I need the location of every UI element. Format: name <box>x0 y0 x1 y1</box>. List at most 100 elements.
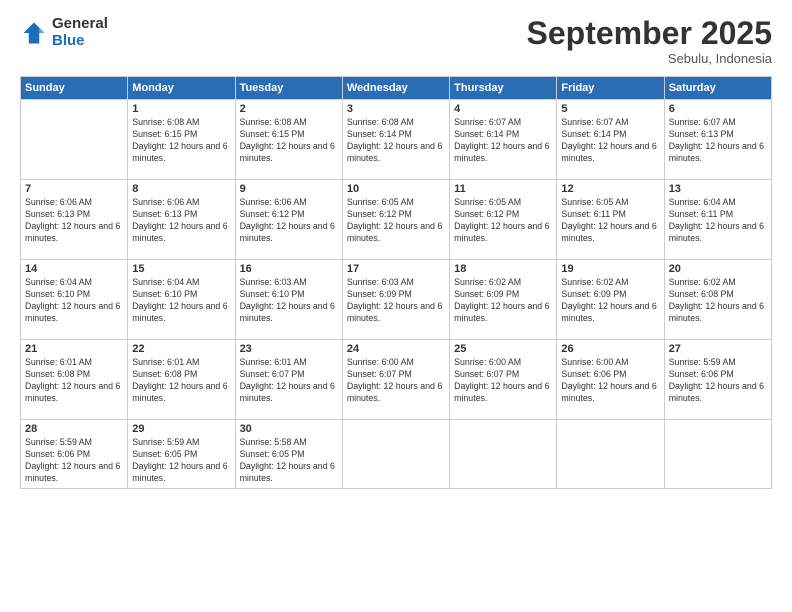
col-tuesday: Tuesday <box>235 77 342 100</box>
logo-blue-text: Blue <box>52 33 108 50</box>
calendar-week-row: 7 Sunrise: 6:06 AM Sunset: 6:13 PM Daylig… <box>21 180 772 260</box>
day-info: Sunrise: 6:02 AM Sunset: 6:09 PM Dayligh… <box>454 277 552 325</box>
day-number: 9 <box>240 183 338 195</box>
table-row <box>557 420 664 489</box>
day-number: 2 <box>240 103 338 115</box>
day-info: Sunrise: 5:59 AM Sunset: 6:06 PM Dayligh… <box>25 437 123 485</box>
title-block: September 2025 Sebulu, Indonesia <box>527 16 772 66</box>
table-row: 8 Sunrise: 6:06 AM Sunset: 6:13 PM Daylig… <box>128 180 235 260</box>
calendar-week-row: 28 Sunrise: 5:59 AM Sunset: 6:06 PM Dayli… <box>21 420 772 489</box>
calendar-week-row: 14 Sunrise: 6:04 AM Sunset: 6:10 PM Dayli… <box>21 260 772 340</box>
day-info: Sunrise: 6:02 AM Sunset: 6:09 PM Dayligh… <box>561 277 659 325</box>
day-number: 1 <box>132 103 230 115</box>
day-info: Sunrise: 6:07 AM Sunset: 6:14 PM Dayligh… <box>561 117 659 165</box>
month-title: September 2025 <box>527 16 772 51</box>
day-info: Sunrise: 6:05 AM Sunset: 6:11 PM Dayligh… <box>561 197 659 245</box>
day-info: Sunrise: 6:06 AM Sunset: 6:12 PM Dayligh… <box>240 197 338 245</box>
day-info: Sunrise: 6:01 AM Sunset: 6:08 PM Dayligh… <box>132 357 230 405</box>
logo: General Blue <box>20 16 108 49</box>
table-row: 27Sunrise: 5:59 AM Sunset: 6:06 PM Dayli… <box>664 340 771 420</box>
table-row: 23 Sunrise: 6:01 AM Sunset: 6:07 PM Dayli… <box>235 340 342 420</box>
day-number: 25 <box>454 343 552 355</box>
day-number: 24 <box>347 343 445 355</box>
day-info: Sunrise: 6:04 AM Sunset: 6:10 PM Dayligh… <box>132 277 230 325</box>
logo-icon <box>20 19 48 47</box>
day-info: Sunrise: 6:05 AM Sunset: 6:12 PM Dayligh… <box>454 197 552 245</box>
table-row: 19 Sunrise: 6:02 AM Sunset: 6:09 PM Dayli… <box>557 260 664 340</box>
day-number: 20 <box>669 263 767 275</box>
day-info: Sunrise: 6:03 AM Sunset: 6:10 PM Dayligh… <box>240 277 338 325</box>
table-row: 5 Sunrise: 6:07 AM Sunset: 6:14 PM Daylig… <box>557 100 664 180</box>
day-info: Sunrise: 6:00 AM Sunset: 6:06 PM Dayligh… <box>561 357 659 405</box>
table-row: 30 Sunrise: 5:58 AM Sunset: 6:05 PM Dayli… <box>235 420 342 489</box>
table-row: 26 Sunrise: 6:00 AM Sunset: 6:06 PM Dayli… <box>557 340 664 420</box>
table-row: 29 Sunrise: 5:59 AM Sunset: 6:05 PM Dayli… <box>128 420 235 489</box>
day-info: Sunrise: 6:07 AM Sunset: 6:13 PM Dayligh… <box>669 117 767 165</box>
day-info: Sunrise: 6:08 AM Sunset: 6:15 PM Dayligh… <box>240 117 338 165</box>
table-row: 13Sunrise: 6:04 AM Sunset: 6:11 PM Dayli… <box>664 180 771 260</box>
day-info: Sunrise: 5:59 AM Sunset: 6:06 PM Dayligh… <box>669 357 767 405</box>
table-row <box>342 420 449 489</box>
day-info: Sunrise: 6:04 AM Sunset: 6:10 PM Dayligh… <box>25 277 123 325</box>
col-wednesday: Wednesday <box>342 77 449 100</box>
col-monday: Monday <box>128 77 235 100</box>
day-info: Sunrise: 6:07 AM Sunset: 6:14 PM Dayligh… <box>454 117 552 165</box>
day-number: 8 <box>132 183 230 195</box>
day-number: 5 <box>561 103 659 115</box>
calendar-week-row: 21Sunrise: 6:01 AM Sunset: 6:08 PM Dayli… <box>21 340 772 420</box>
table-row: 14 Sunrise: 6:04 AM Sunset: 6:10 PM Dayli… <box>21 260 128 340</box>
day-number: 12 <box>561 183 659 195</box>
day-info: Sunrise: 6:05 AM Sunset: 6:12 PM Dayligh… <box>347 197 445 245</box>
day-info: Sunrise: 6:02 AM Sunset: 6:08 PM Dayligh… <box>669 277 767 325</box>
day-number: 11 <box>454 183 552 195</box>
calendar-week-row: 1 Sunrise: 6:08 AM Sunset: 6:15 PM Daylig… <box>21 100 772 180</box>
day-number: 17 <box>347 263 445 275</box>
calendar-table: Sunday Monday Tuesday Wednesday Thursday… <box>20 76 772 489</box>
day-number: 23 <box>240 343 338 355</box>
day-number: 30 <box>240 423 338 435</box>
table-row <box>664 420 771 489</box>
day-info: Sunrise: 6:06 AM Sunset: 6:13 PM Dayligh… <box>132 197 230 245</box>
day-number: 15 <box>132 263 230 275</box>
logo-general-text: General <box>52 16 108 33</box>
day-number: 29 <box>132 423 230 435</box>
table-row: 3Sunrise: 6:08 AM Sunset: 6:14 PM Daylig… <box>342 100 449 180</box>
table-row: 20 Sunrise: 6:02 AM Sunset: 6:08 PM Dayli… <box>664 260 771 340</box>
day-number: 6 <box>669 103 767 115</box>
table-row: 10Sunrise: 6:05 AM Sunset: 6:12 PM Dayli… <box>342 180 449 260</box>
table-row: 25Sunrise: 6:00 AM Sunset: 6:07 PM Dayli… <box>450 340 557 420</box>
col-thursday: Thursday <box>450 77 557 100</box>
day-info: Sunrise: 6:01 AM Sunset: 6:08 PM Dayligh… <box>25 357 123 405</box>
day-number: 7 <box>25 183 123 195</box>
day-number: 14 <box>25 263 123 275</box>
day-number: 22 <box>132 343 230 355</box>
day-info: Sunrise: 6:00 AM Sunset: 6:07 PM Dayligh… <box>347 357 445 405</box>
table-row: 11 Sunrise: 6:05 AM Sunset: 6:12 PM Dayli… <box>450 180 557 260</box>
day-number: 26 <box>561 343 659 355</box>
day-info: Sunrise: 6:01 AM Sunset: 6:07 PM Dayligh… <box>240 357 338 405</box>
day-info: Sunrise: 6:04 AM Sunset: 6:11 PM Dayligh… <box>669 197 767 245</box>
table-row: 12 Sunrise: 6:05 AM Sunset: 6:11 PM Dayli… <box>557 180 664 260</box>
table-row: 18 Sunrise: 6:02 AM Sunset: 6:09 PM Dayli… <box>450 260 557 340</box>
day-number: 19 <box>561 263 659 275</box>
page: General Blue September 2025 Sebulu, Indo… <box>0 0 792 612</box>
table-row: 1 Sunrise: 6:08 AM Sunset: 6:15 PM Daylig… <box>128 100 235 180</box>
table-row: 17 Sunrise: 6:03 AM Sunset: 6:09 PM Dayli… <box>342 260 449 340</box>
day-info: Sunrise: 6:08 AM Sunset: 6:15 PM Dayligh… <box>132 117 230 165</box>
day-info: Sunrise: 5:59 AM Sunset: 6:05 PM Dayligh… <box>132 437 230 485</box>
table-row: 16 Sunrise: 6:03 AM Sunset: 6:10 PM Dayli… <box>235 260 342 340</box>
table-row <box>450 420 557 489</box>
day-number: 18 <box>454 263 552 275</box>
day-info: Sunrise: 6:08 AM Sunset: 6:14 PM Dayligh… <box>347 117 445 165</box>
table-row: 24 Sunrise: 6:00 AM Sunset: 6:07 PM Dayli… <box>342 340 449 420</box>
day-number: 16 <box>240 263 338 275</box>
day-number: 28 <box>25 423 123 435</box>
table-row: 9 Sunrise: 6:06 AM Sunset: 6:12 PM Daylig… <box>235 180 342 260</box>
calendar-header-row: Sunday Monday Tuesday Wednesday Thursday… <box>21 77 772 100</box>
location-subtitle: Sebulu, Indonesia <box>527 51 772 66</box>
table-row: 21Sunrise: 6:01 AM Sunset: 6:08 PM Dayli… <box>21 340 128 420</box>
header: General Blue September 2025 Sebulu, Indo… <box>20 16 772 66</box>
table-row: 15 Sunrise: 6:04 AM Sunset: 6:10 PM Dayli… <box>128 260 235 340</box>
day-info: Sunrise: 5:58 AM Sunset: 6:05 PM Dayligh… <box>240 437 338 485</box>
day-info: Sunrise: 6:03 AM Sunset: 6:09 PM Dayligh… <box>347 277 445 325</box>
